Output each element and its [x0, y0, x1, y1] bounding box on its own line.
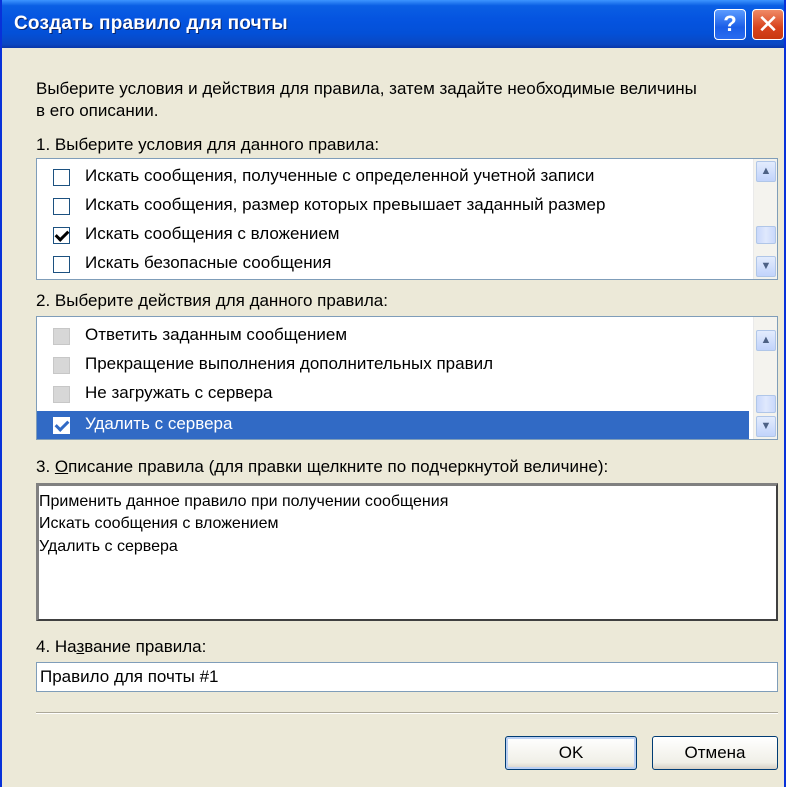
- intro-line-1: Выберите условия и действия для правила,…: [36, 79, 697, 98]
- actions-list[interactable]: Ответить заданным сообщением Прекращение…: [36, 316, 778, 440]
- description-line: Применить данное правило при получении с…: [39, 493, 449, 510]
- condition-item[interactable]: Искать безопасные сообщения: [37, 250, 749, 278]
- description-line: Удалить с сервера: [39, 538, 178, 555]
- action-checkbox[interactable]: [53, 417, 70, 434]
- condition-item[interactable]: Искать сообщения, размер которых превыша…: [37, 192, 749, 220]
- scroll-up-button[interactable]: ▲: [756, 330, 776, 351]
- conditions-label: 1. Выберите условия для данного правила:: [36, 135, 380, 154]
- help-button[interactable]: ?: [714, 9, 746, 40]
- actions-label: 2. Выберите действия для данного правила…: [36, 291, 388, 310]
- condition-checkbox[interactable]: [53, 169, 70, 186]
- scroll-down-button[interactable]: ▼: [756, 416, 776, 437]
- condition-label: Искать безопасные сообщения: [85, 253, 332, 272]
- condition-item[interactable]: Искать сообщения, полученные с определен…: [37, 163, 749, 191]
- conditions-scrollbar[interactable]: ▲ ▼: [753, 159, 777, 279]
- action-label: Удалить с сервера: [85, 414, 233, 433]
- condition-checkbox[interactable]: [53, 256, 70, 273]
- action-item[interactable]: Ответить заданным сообщением: [37, 322, 749, 350]
- description-line: Искать сообщения с вложением: [39, 515, 279, 532]
- action-label: Не загружать с сервера: [85, 383, 273, 402]
- create-mail-rule-dialog: Создать правило для почты ? ✕ Выберите у…: [0, 0, 786, 787]
- close-button[interactable]: ✕: [752, 9, 784, 40]
- action-checkbox[interactable]: [53, 357, 70, 374]
- scroll-thumb[interactable]: [756, 226, 776, 244]
- action-checkbox[interactable]: [53, 386, 70, 403]
- action-item-selected[interactable]: Удалить с сервера: [37, 411, 749, 439]
- help-icon: ?: [723, 11, 737, 36]
- description-label: 3. Описание правила (для правки щелкните…: [36, 457, 609, 476]
- action-label: Прекращение выполнения дополнительных пр…: [85, 354, 494, 373]
- condition-item[interactable]: Искать сообщения с вложением: [37, 221, 749, 249]
- rule-description-box[interactable]: Применить данное правило при получении с…: [36, 483, 778, 621]
- ok-button[interactable]: OK: [505, 736, 637, 770]
- scroll-down-icon: ▼: [760, 260, 772, 272]
- condition-checkbox[interactable]: [53, 227, 70, 244]
- cancel-button[interactable]: Отмена: [652, 736, 778, 770]
- scroll-up-icon: ▲: [760, 334, 772, 346]
- window-title: Создать правило для почты: [14, 13, 288, 34]
- action-item[interactable]: Не загружать с сервера: [37, 380, 749, 408]
- title-bar[interactable]: Создать правило для почты ? ✕: [2, 0, 784, 48]
- action-item[interactable]: Прекращение выполнения дополнительных пр…: [37, 351, 749, 379]
- rule-name-input[interactable]: [36, 662, 778, 692]
- conditions-list[interactable]: Искать сообщения, полученные с определен…: [36, 158, 778, 280]
- scroll-down-button[interactable]: ▼: [756, 256, 776, 277]
- scroll-up-icon: ▲: [760, 165, 772, 177]
- action-checkbox[interactable]: [53, 328, 70, 345]
- close-icon: ✕: [757, 9, 779, 39]
- actions-scrollbar[interactable]: ▲ ▼: [753, 317, 777, 439]
- rule-name-label: 4. Название правила:: [36, 637, 207, 656]
- separator: [36, 712, 778, 714]
- scroll-thumb[interactable]: [756, 395, 776, 413]
- scroll-up-button[interactable]: ▲: [756, 161, 776, 182]
- condition-label: Искать сообщения, размер которых превыша…: [85, 195, 606, 214]
- condition-label: Искать сообщения с вложением: [85, 224, 340, 243]
- action-label: Ответить заданным сообщением: [85, 325, 348, 344]
- condition-checkbox[interactable]: [53, 198, 70, 215]
- intro-line-2: в его описании.: [36, 101, 159, 120]
- condition-label: Искать сообщения, полученные с определен…: [85, 166, 595, 185]
- scroll-down-icon: ▼: [760, 420, 772, 432]
